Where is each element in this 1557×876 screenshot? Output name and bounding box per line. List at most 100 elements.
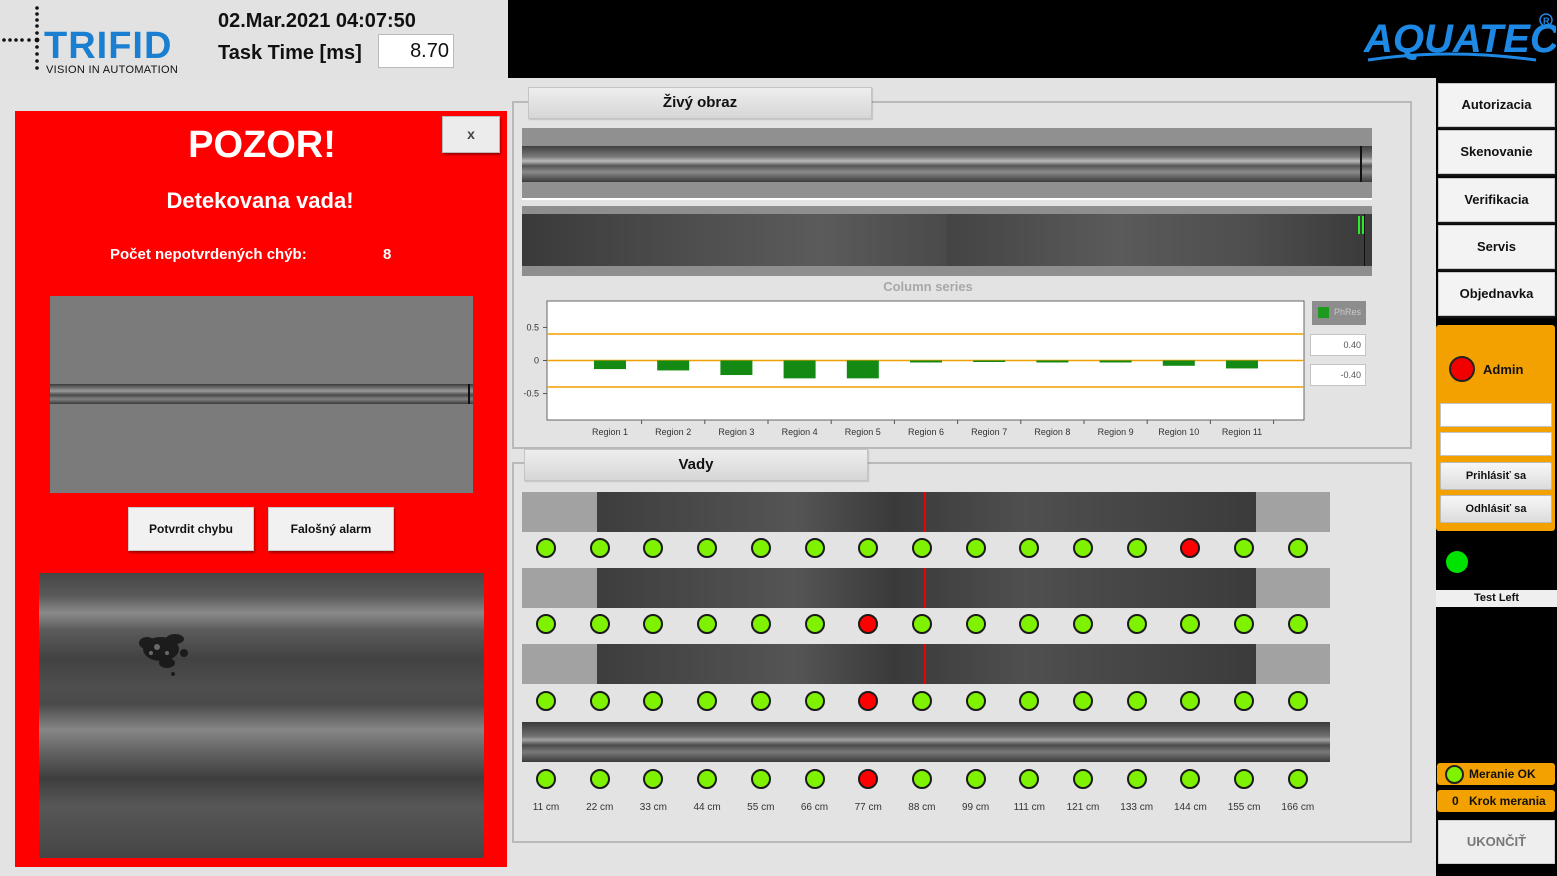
bar-9: [1099, 360, 1132, 363]
defect-indicator-r4-c11: [1073, 769, 1093, 789]
defect-indicator-r3-c15: [1287, 691, 1308, 711]
defect-indicator-r1-c5: [750, 538, 771, 558]
bar-11: [1226, 360, 1258, 369]
svg-text:R: R: [1543, 16, 1550, 26]
distance-label: 66 cm: [800, 802, 829, 813]
defect-indicator-r2-c4: [697, 614, 718, 634]
defect-indicator-r4-c8: [911, 769, 932, 789]
distance-label: 11 cm: [532, 802, 560, 813]
bar-8: [1036, 360, 1069, 363]
login-button[interactable]: Prihlásiť sa: [1440, 462, 1552, 490]
bar-3: [720, 360, 753, 376]
defect-indicator-r2-c12: [1126, 614, 1147, 634]
nav-order-button[interactable]: Objednavka: [1438, 272, 1555, 316]
defect-indicator-r3-c2: [589, 691, 610, 711]
trifid-logo-tagline: VISION IN AUTOMATION: [46, 64, 179, 76]
defect-indicator-r2-c15: [1287, 614, 1308, 634]
unconfirmed-count-value: 8: [383, 246, 392, 263]
x-tick-label: Region 1: [592, 427, 628, 437]
defect-indicator-r4-c6: [804, 769, 825, 789]
defect-indicator-r3-c8: [911, 691, 932, 711]
defect-indicator-r3-c12: [1126, 691, 1147, 711]
bar-7: [973, 360, 1006, 362]
defect-indicator-r3-c11: [1073, 691, 1093, 711]
distance-label: 55 cm: [747, 802, 775, 813]
logout-button[interactable]: Odhlásiť sa: [1440, 495, 1552, 523]
upper-limit-field[interactable]: 0.40: [1310, 334, 1366, 356]
username-field[interactable]: [1440, 403, 1552, 427]
defect-indicator-r2-c2: [589, 614, 610, 634]
distance-label: 44 cm: [693, 802, 721, 813]
x-tick-label: Region 3: [718, 427, 754, 437]
tab-live-image[interactable]: Živý obraz: [528, 87, 872, 119]
x-tick-label: Region 9: [1098, 427, 1134, 437]
alarm-title: POZOR!: [188, 124, 336, 166]
defect-indicator-r1-c9: [965, 538, 986, 558]
x-tick-label: Region 8: [1034, 427, 1070, 437]
defect-indicator-r4-c4: [697, 769, 718, 789]
defect-indicator-r1-c6: [804, 538, 825, 558]
aquatec-logo: AQUATEC R: [1363, 13, 1556, 62]
region-bar-chart: 0.5 0 -0.5 Region 1 Region 2 Region 3 Region 4…: [523, 300, 1305, 437]
defect-indicator-r4-c2: [589, 769, 610, 789]
defect-indicator-r4-c12: [1126, 769, 1147, 789]
alarm-subtitle: Detekovana vada!: [166, 188, 354, 213]
defect-overview-image: [50, 296, 473, 493]
false-alarm-button[interactable]: Falošný alarm: [268, 507, 394, 551]
defect-indicator-r3-c14: [1234, 691, 1255, 711]
defect-indicator-r1-c15: [1287, 538, 1308, 558]
lower-limit-field[interactable]: -0.40: [1310, 364, 1366, 386]
tab-defects[interactable]: Vady: [524, 449, 868, 481]
confirm-defect-button[interactable]: Potvrdit chybu: [128, 507, 254, 551]
nav-scanning-button[interactable]: Skenovanie: [1438, 130, 1555, 174]
measurement-step-value: 0: [1452, 794, 1459, 808]
distance-label: 33 cm: [639, 802, 667, 813]
defect-indicator-r2-c9: [965, 614, 986, 634]
legend-swatch: [1318, 307, 1329, 318]
trifid-logo-text: TRIFID: [44, 25, 173, 67]
bar-5: [846, 360, 879, 379]
distance-label: 166 cm: [1281, 802, 1315, 813]
user-status-indicator: [1449, 356, 1475, 382]
nav-authorization-button[interactable]: Autorizacia: [1438, 83, 1555, 127]
x-tick-label: Region 2: [655, 427, 691, 437]
password-field[interactable]: [1440, 432, 1552, 456]
distance-label: 77 cm: [854, 802, 882, 813]
distance-label: 22 cm: [586, 802, 614, 813]
distance-label: 121 cm: [1066, 802, 1100, 813]
y-tick-label: 0.5: [526, 322, 539, 332]
nav-verification-button[interactable]: Verifikacia: [1438, 178, 1555, 222]
distance-label: 88 cm: [908, 802, 936, 813]
x-tick-label: Region 11: [1222, 427, 1262, 437]
nav-service-button[interactable]: Servis: [1438, 225, 1555, 269]
defect-indicator-r1-c11: [1073, 538, 1093, 558]
measurement-ok-label: Meranie OK: [1469, 767, 1536, 781]
defect-strip-3: [522, 644, 1330, 684]
quit-button[interactable]: UKONČIŤ: [1438, 820, 1555, 864]
distance-label: 99 cm: [961, 802, 990, 813]
user-name: Admin: [1483, 362, 1524, 377]
bar-10: [1162, 360, 1195, 366]
defect-indicator-r2-c5: [750, 614, 771, 634]
defect-indicator-r1-c12: [1126, 538, 1147, 558]
defect-indicator-r2-c1: [536, 614, 556, 634]
test-status-indicator: [1446, 551, 1468, 573]
defect-strip-1: [522, 492, 1330, 532]
distance-label: 144 cm: [1173, 802, 1207, 813]
defect-indicator-r1-c4: [697, 538, 718, 558]
datetime-display: 02.Mar.2021 04:07:50: [218, 10, 416, 32]
x-tick-label: Region 10: [1158, 427, 1199, 437]
chart-title: Column series: [883, 279, 973, 294]
defect-indicator-r4-c15: [1287, 769, 1308, 789]
legend-series-name: PhRes: [1334, 307, 1362, 317]
task-time-label: Task Time [ms]: [218, 42, 362, 64]
defect-strip-2: [522, 568, 1330, 608]
x-tick-label: Region 7: [971, 427, 1007, 437]
test-side-label: Test Left: [1436, 590, 1557, 607]
live-camera-strip-top: [522, 128, 1372, 200]
defect-indicator-r4-c5: [750, 769, 771, 789]
defect-indicator-r3-c5: [750, 691, 771, 711]
distance-label: 155 cm: [1227, 802, 1261, 813]
measurement-ok-indicator: [1445, 765, 1464, 784]
distance-label: 111 cm: [1013, 802, 1045, 813]
